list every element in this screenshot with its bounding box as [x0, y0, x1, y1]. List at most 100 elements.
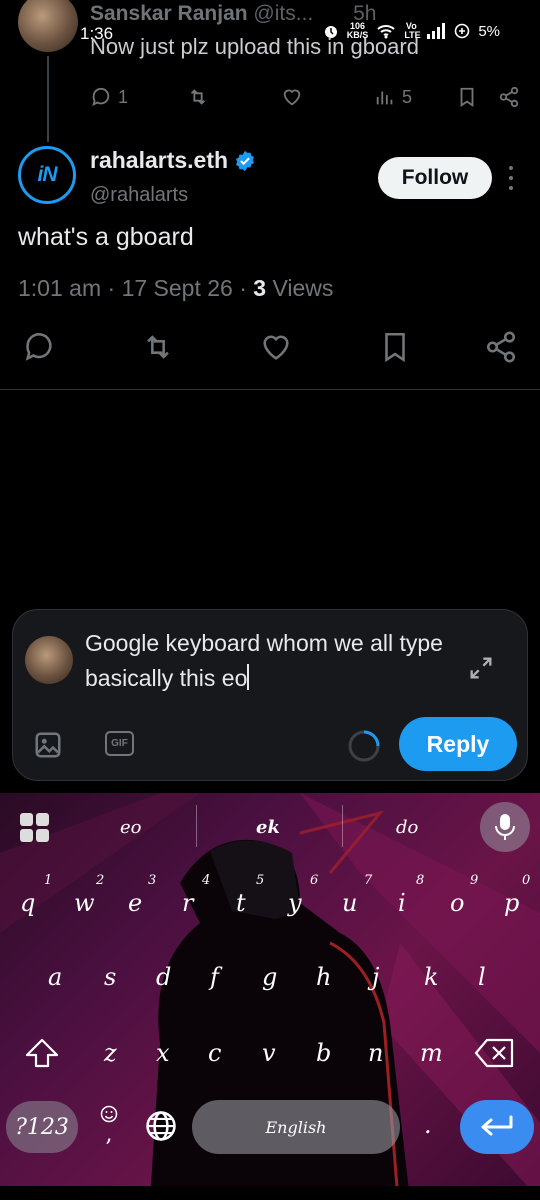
- divider: [0, 389, 540, 390]
- composer-avatar: [25, 636, 73, 684]
- key-e[interactable]: e: [128, 889, 142, 917]
- enter-key[interactable]: [460, 1100, 534, 1154]
- key-k[interactable]: k: [424, 963, 439, 991]
- tweet-views-label[interactable]: Views: [272, 275, 333, 301]
- suggestion-divider: [196, 805, 197, 847]
- views-action[interactable]: 5: [374, 86, 412, 108]
- key-v[interactable]: v: [262, 1039, 276, 1067]
- key-a[interactable]: a: [48, 963, 62, 991]
- number-hint: 9: [470, 873, 479, 888]
- symbols-key[interactable]: ?123: [6, 1101, 78, 1153]
- bookmark-icon: [460, 87, 474, 107]
- previous-tweet-actions: 1 5: [90, 86, 522, 112]
- key-x[interactable]: x: [156, 1039, 170, 1067]
- tweet-views-count[interactable]: 3: [253, 275, 266, 301]
- more-options-icon[interactable]: [506, 166, 516, 190]
- key-m[interactable]: m: [420, 1039, 443, 1067]
- tweet-actions: [0, 330, 540, 370]
- key-n[interactable]: n: [368, 1039, 383, 1067]
- main-share-button[interactable]: [484, 330, 518, 369]
- key-l[interactable]: l: [478, 963, 486, 991]
- enter-icon: [481, 1115, 513, 1136]
- battery-saver-icon: [455, 23, 470, 39]
- net-speed-unit: KB/S: [346, 30, 369, 40]
- keyboard: eo ek do 1 2 3 4 5 6 7 8 9 0 q w e r t y…: [0, 793, 540, 1200]
- battery-percent: 5%: [478, 22, 500, 40]
- follow-button[interactable]: Follow: [378, 157, 492, 199]
- apps-grid-icon[interactable]: [20, 813, 50, 848]
- number-hint: 7: [364, 873, 373, 888]
- space-bar[interactable]: English: [192, 1100, 400, 1154]
- key-g[interactable]: g: [262, 963, 277, 991]
- share-icon: [486, 331, 516, 363]
- main-like-button[interactable]: [258, 330, 294, 369]
- key-o[interactable]: o: [450, 889, 464, 917]
- key-i[interactable]: i: [398, 889, 406, 917]
- microphone-icon[interactable]: [480, 802, 530, 852]
- key-f[interactable]: f: [210, 963, 219, 991]
- bookmark-action[interactable]: [456, 86, 478, 108]
- thread-line: [47, 56, 49, 142]
- reply-button[interactable]: Reply: [399, 717, 517, 771]
- number-hint: 3: [148, 873, 157, 888]
- number-hint: 4: [202, 873, 211, 888]
- key-s[interactable]: s: [104, 963, 116, 991]
- key-z[interactable]: z: [104, 1039, 117, 1067]
- suggestion-1[interactable]: eo: [120, 817, 142, 838]
- globe-icon[interactable]: [144, 1109, 178, 1148]
- retweet-action[interactable]: [186, 86, 210, 108]
- author-name-row[interactable]: rahalarts.eth: [90, 147, 256, 174]
- suggestion-2[interactable]: ek: [256, 817, 280, 838]
- views-chart-icon: [376, 91, 393, 105]
- shift-icon[interactable]: [24, 1037, 60, 1074]
- backspace-icon[interactable]: [474, 1037, 516, 1074]
- main-reply-button[interactable]: [22, 330, 56, 369]
- key-w[interactable]: w: [74, 889, 95, 917]
- gif-button[interactable]: GIF: [105, 731, 134, 756]
- wifi-icon: [377, 25, 395, 39]
- key-d[interactable]: d: [156, 963, 171, 991]
- period-key[interactable]: .: [424, 1111, 432, 1139]
- key-c[interactable]: c: [208, 1039, 221, 1067]
- suggestion-divider: [342, 805, 343, 847]
- image-upload-icon[interactable]: [33, 730, 63, 765]
- reply-icon: [92, 87, 110, 107]
- number-hint: 0: [522, 873, 531, 888]
- character-progress-icon: [348, 730, 380, 762]
- key-y[interactable]: y: [288, 889, 302, 917]
- key-h[interactable]: h: [316, 963, 331, 991]
- key-t[interactable]: t: [236, 889, 246, 917]
- expand-icon[interactable]: [467, 654, 495, 687]
- share-icon: [499, 86, 519, 108]
- bookmark-icon: [385, 332, 405, 363]
- like-action[interactable]: [280, 86, 304, 108]
- key-j[interactable]: j: [372, 963, 379, 991]
- key-p[interactable]: p: [504, 889, 519, 917]
- reply-action[interactable]: 1: [90, 86, 128, 108]
- heart-icon: [283, 89, 301, 106]
- key-q[interactable]: q: [20, 889, 35, 917]
- emoji-comma-key[interactable]: ,: [98, 1105, 120, 1147]
- reply-input[interactable]: Google keyboard whom we all type basical…: [85, 626, 465, 696]
- comma-label: ,: [105, 1122, 113, 1147]
- key-u[interactable]: u: [342, 889, 357, 917]
- verified-badge-icon: [236, 150, 255, 171]
- reply-input-text: Google keyboard whom we all type basical…: [85, 630, 443, 691]
- author-handle[interactable]: @rahalarts: [90, 184, 188, 207]
- key-b[interactable]: b: [316, 1039, 331, 1067]
- heart-icon: [263, 335, 289, 360]
- number-hint: 1: [44, 873, 53, 888]
- retweet-icon: [147, 335, 169, 359]
- author-avatar[interactable]: iN: [18, 146, 76, 204]
- number-hint: 8: [416, 873, 425, 888]
- reply-composer: Google keyboard whom we all type basical…: [12, 609, 528, 781]
- main-retweet-button[interactable]: [140, 330, 176, 369]
- key-r[interactable]: r: [182, 889, 193, 917]
- author-avatar-logo: iN: [37, 163, 58, 186]
- tweet-meta: 1:01 am · 17 Sept 26 · 3 Views: [18, 275, 334, 301]
- navigation-bar: [0, 1186, 540, 1200]
- share-action[interactable]: [498, 86, 520, 108]
- main-bookmark-button[interactable]: [378, 330, 412, 369]
- author-display-name[interactable]: rahalarts.eth: [90, 147, 228, 174]
- suggestion-3[interactable]: do: [396, 817, 418, 838]
